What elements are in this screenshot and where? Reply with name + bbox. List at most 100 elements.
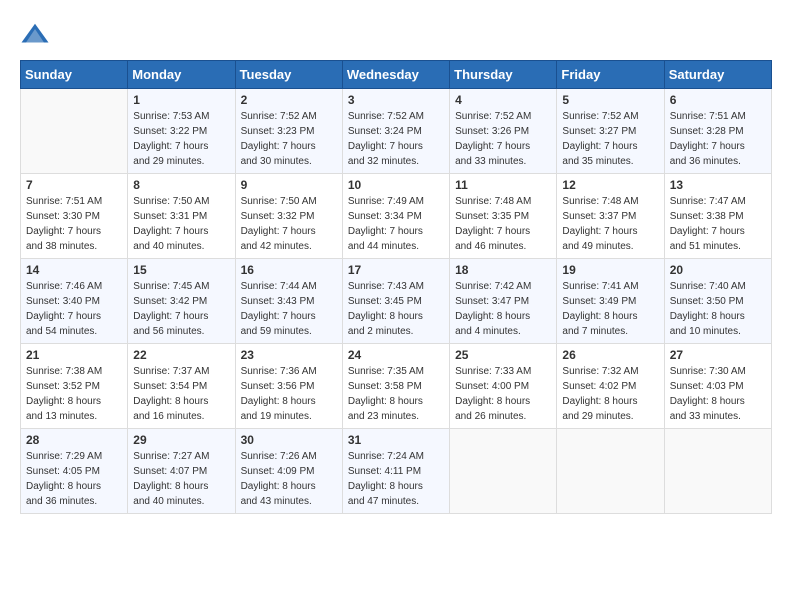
calendar-cell: 2Sunrise: 7:52 AM Sunset: 3:23 PM Daylig… <box>235 89 342 174</box>
calendar-cell: 10 Sunrise: 7:49 AM Sunset: 3:34 PM Dayli… <box>342 174 449 259</box>
logo <box>20 20 54 50</box>
day-header-friday: Friday <box>557 61 664 89</box>
day-info: Sunrise: 7:51 AM Sunset: 3:30 PM Dayligh… <box>26 194 122 254</box>
calendar-cell <box>450 429 557 514</box>
calendar-cell: 28 Sunrise: 7:29 AM Sunset: 4:05 PM Dayli… <box>21 429 128 514</box>
day-info: Sunrise: 7:52 AM Sunset: 3:24 PM Dayligh… <box>348 109 444 169</box>
calendar-cell: 11 Sunrise: 7:48 AM Sunset: 3:35 PM Dayli… <box>450 174 557 259</box>
day-info: Sunrise: 7:46 AM Sunset: 3:40 PM Dayligh… <box>26 279 122 339</box>
day-number: 28 <box>26 433 122 447</box>
day-info: Sunrise: 7:44 AM Sunset: 3:43 PM Dayligh… <box>241 279 337 339</box>
day-number: 12 <box>562 178 658 192</box>
calendar-week-4: 21Sunrise: 7:38 AM Sunset: 3:52 PM Dayli… <box>21 344 772 429</box>
calendar-cell: 26 Sunrise: 7:32 AM Sunset: 4:02 PM Dayli… <box>557 344 664 429</box>
day-info: Sunrise: 7:32 AM Sunset: 4:02 PM Dayligh… <box>562 364 658 424</box>
day-info: Sunrise: 7:52 AM Sunset: 3:27 PM Dayligh… <box>562 109 658 169</box>
day-info: Sunrise: 7:50 AM Sunset: 3:32 PM Dayligh… <box>241 194 337 254</box>
day-info: Sunrise: 7:29 AM Sunset: 4:05 PM Dayligh… <box>26 449 122 509</box>
calendar-cell: 8 Sunrise: 7:50 AM Sunset: 3:31 PM Daylig… <box>128 174 235 259</box>
calendar-cell: 22 Sunrise: 7:37 AM Sunset: 3:54 PM Dayli… <box>128 344 235 429</box>
day-number: 24 <box>348 348 444 362</box>
day-number: 9 <box>241 178 337 192</box>
calendar-cell: 3 Sunrise: 7:52 AM Sunset: 3:24 PM Daylig… <box>342 89 449 174</box>
day-number: 1 <box>133 93 229 107</box>
day-info: Sunrise: 7:50 AM Sunset: 3:31 PM Dayligh… <box>133 194 229 254</box>
day-number: 19 <box>562 263 658 277</box>
calendar-header: SundayMondayTuesdayWednesdayThursdayFrid… <box>21 61 772 89</box>
day-info: Sunrise: 7:48 AM Sunset: 3:35 PM Dayligh… <box>455 194 551 254</box>
day-header-thursday: Thursday <box>450 61 557 89</box>
day-number: 14 <box>26 263 122 277</box>
calendar-cell: 5 Sunrise: 7:52 AM Sunset: 3:27 PM Daylig… <box>557 89 664 174</box>
day-number: 11 <box>455 178 551 192</box>
calendar-week-3: 14 Sunrise: 7:46 AM Sunset: 3:40 PM Dayli… <box>21 259 772 344</box>
day-header-wednesday: Wednesday <box>342 61 449 89</box>
day-info: Sunrise: 7:26 AM Sunset: 4:09 PM Dayligh… <box>241 449 337 509</box>
day-number: 3 <box>348 93 444 107</box>
day-info: Sunrise: 7:52 AM Sunset: 3:23 PM Dayligh… <box>241 109 337 169</box>
day-info: Sunrise: 7:40 AM Sunset: 3:50 PM Dayligh… <box>670 279 766 339</box>
day-info: Sunrise: 7:42 AM Sunset: 3:47 PM Dayligh… <box>455 279 551 339</box>
calendar-cell: 24 Sunrise: 7:35 AM Sunset: 3:58 PM Dayli… <box>342 344 449 429</box>
day-number: 6 <box>670 93 766 107</box>
day-number: 30 <box>241 433 337 447</box>
calendar-cell: 21Sunrise: 7:38 AM Sunset: 3:52 PM Dayli… <box>21 344 128 429</box>
day-number: 15 <box>133 263 229 277</box>
calendar-cell: 13 Sunrise: 7:47 AM Sunset: 3:38 PM Dayli… <box>664 174 771 259</box>
day-number: 7 <box>26 178 122 192</box>
day-number: 26 <box>562 348 658 362</box>
calendar-week-5: 28 Sunrise: 7:29 AM Sunset: 4:05 PM Dayli… <box>21 429 772 514</box>
calendar-cell: 16Sunrise: 7:44 AM Sunset: 3:43 PM Dayli… <box>235 259 342 344</box>
calendar-cell: 31Sunrise: 7:24 AM Sunset: 4:11 PM Dayli… <box>342 429 449 514</box>
calendar-cell: 4 Sunrise: 7:52 AM Sunset: 3:26 PM Daylig… <box>450 89 557 174</box>
calendar-cell <box>21 89 128 174</box>
day-number: 4 <box>455 93 551 107</box>
day-info: Sunrise: 7:49 AM Sunset: 3:34 PM Dayligh… <box>348 194 444 254</box>
day-info: Sunrise: 7:36 AM Sunset: 3:56 PM Dayligh… <box>241 364 337 424</box>
day-number: 20 <box>670 263 766 277</box>
calendar-cell: 12Sunrise: 7:48 AM Sunset: 3:37 PM Dayli… <box>557 174 664 259</box>
day-number: 13 <box>670 178 766 192</box>
calendar-cell: 27Sunrise: 7:30 AM Sunset: 4:03 PM Dayli… <box>664 344 771 429</box>
calendar-cell: 1 Sunrise: 7:53 AM Sunset: 3:22 PM Daylig… <box>128 89 235 174</box>
day-header-monday: Monday <box>128 61 235 89</box>
calendar-cell: 14 Sunrise: 7:46 AM Sunset: 3:40 PM Dayli… <box>21 259 128 344</box>
calendar-cell: 17 Sunrise: 7:43 AM Sunset: 3:45 PM Dayli… <box>342 259 449 344</box>
day-number: 29 <box>133 433 229 447</box>
day-header-saturday: Saturday <box>664 61 771 89</box>
calendar-week-2: 7 Sunrise: 7:51 AM Sunset: 3:30 PM Daylig… <box>21 174 772 259</box>
day-info: Sunrise: 7:51 AM Sunset: 3:28 PM Dayligh… <box>670 109 766 169</box>
calendar-cell: 20 Sunrise: 7:40 AM Sunset: 3:50 PM Dayli… <box>664 259 771 344</box>
day-info: Sunrise: 7:47 AM Sunset: 3:38 PM Dayligh… <box>670 194 766 254</box>
day-info: Sunrise: 7:45 AM Sunset: 3:42 PM Dayligh… <box>133 279 229 339</box>
calendar-cell: 25 Sunrise: 7:33 AM Sunset: 4:00 PM Dayli… <box>450 344 557 429</box>
calendar-cell: 15 Sunrise: 7:45 AM Sunset: 3:42 PM Dayli… <box>128 259 235 344</box>
day-info: Sunrise: 7:33 AM Sunset: 4:00 PM Dayligh… <box>455 364 551 424</box>
day-info: Sunrise: 7:35 AM Sunset: 3:58 PM Dayligh… <box>348 364 444 424</box>
day-info: Sunrise: 7:52 AM Sunset: 3:26 PM Dayligh… <box>455 109 551 169</box>
calendar-cell: 9 Sunrise: 7:50 AM Sunset: 3:32 PM Daylig… <box>235 174 342 259</box>
calendar-cell: 6 Sunrise: 7:51 AM Sunset: 3:28 PM Daylig… <box>664 89 771 174</box>
day-number: 8 <box>133 178 229 192</box>
day-info: Sunrise: 7:24 AM Sunset: 4:11 PM Dayligh… <box>348 449 444 509</box>
day-number: 21 <box>26 348 122 362</box>
day-number: 22 <box>133 348 229 362</box>
calendar-cell: 23Sunrise: 7:36 AM Sunset: 3:56 PM Dayli… <box>235 344 342 429</box>
calendar-cell: 29Sunrise: 7:27 AM Sunset: 4:07 PM Dayli… <box>128 429 235 514</box>
day-info: Sunrise: 7:37 AM Sunset: 3:54 PM Dayligh… <box>133 364 229 424</box>
day-info: Sunrise: 7:43 AM Sunset: 3:45 PM Dayligh… <box>348 279 444 339</box>
day-number: 5 <box>562 93 658 107</box>
day-number: 17 <box>348 263 444 277</box>
day-number: 10 <box>348 178 444 192</box>
day-info: Sunrise: 7:53 AM Sunset: 3:22 PM Dayligh… <box>133 109 229 169</box>
day-number: 18 <box>455 263 551 277</box>
calendar-cell <box>557 429 664 514</box>
calendar-cell: 18 Sunrise: 7:42 AM Sunset: 3:47 PM Dayli… <box>450 259 557 344</box>
day-number: 25 <box>455 348 551 362</box>
day-header-tuesday: Tuesday <box>235 61 342 89</box>
calendar-body: 1 Sunrise: 7:53 AM Sunset: 3:22 PM Daylig… <box>21 89 772 514</box>
day-header-sunday: Sunday <box>21 61 128 89</box>
day-number: 27 <box>670 348 766 362</box>
calendar-cell: 30 Sunrise: 7:26 AM Sunset: 4:09 PM Dayli… <box>235 429 342 514</box>
calendar-week-1: 1 Sunrise: 7:53 AM Sunset: 3:22 PM Daylig… <box>21 89 772 174</box>
